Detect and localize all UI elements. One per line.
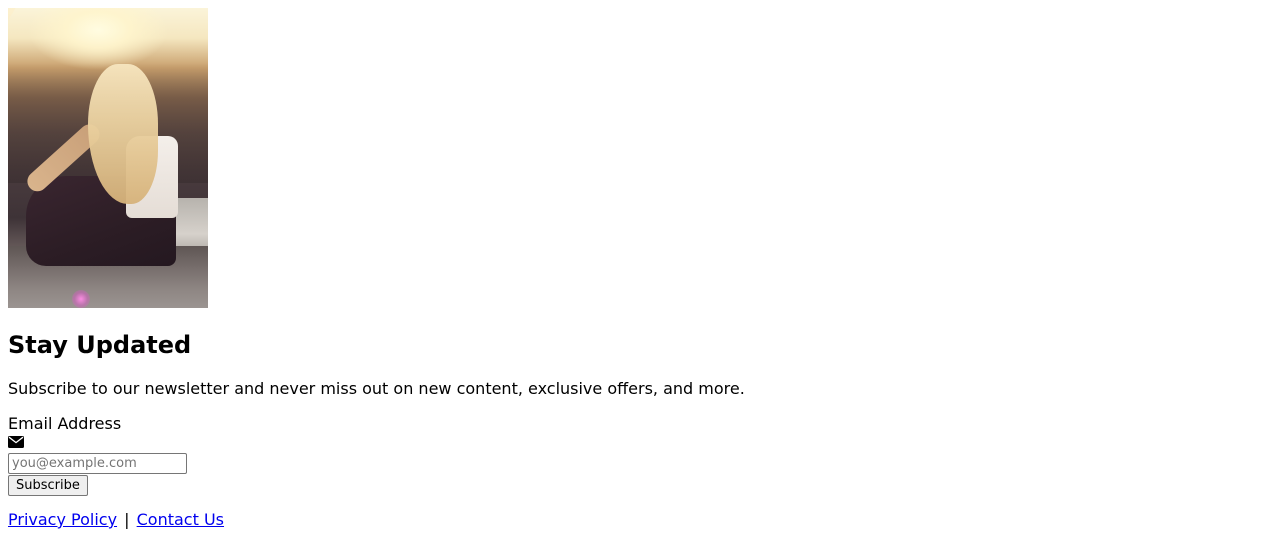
footer-separator: |: [124, 510, 130, 529]
hero-image: [8, 8, 208, 308]
contact-us-link[interactable]: Contact Us: [137, 510, 224, 529]
envelope-icon: [8, 436, 24, 448]
email-input[interactable]: [8, 453, 187, 474]
newsletter-form: Email Address Subscribe: [8, 414, 187, 496]
privacy-policy-link[interactable]: Privacy Policy: [8, 510, 117, 529]
subscribe-button[interactable]: Subscribe: [8, 475, 88, 496]
newsletter-heading: Stay Updated: [8, 331, 192, 359]
email-label: Email Address: [8, 414, 122, 433]
newsletter-description: Subscribe to our newsletter and never mi…: [8, 379, 745, 398]
hero-sun-ray: [8, 8, 75, 59]
hero-lens-flare: [72, 290, 90, 308]
footer-links: Privacy Policy | Contact Us: [8, 510, 224, 530]
